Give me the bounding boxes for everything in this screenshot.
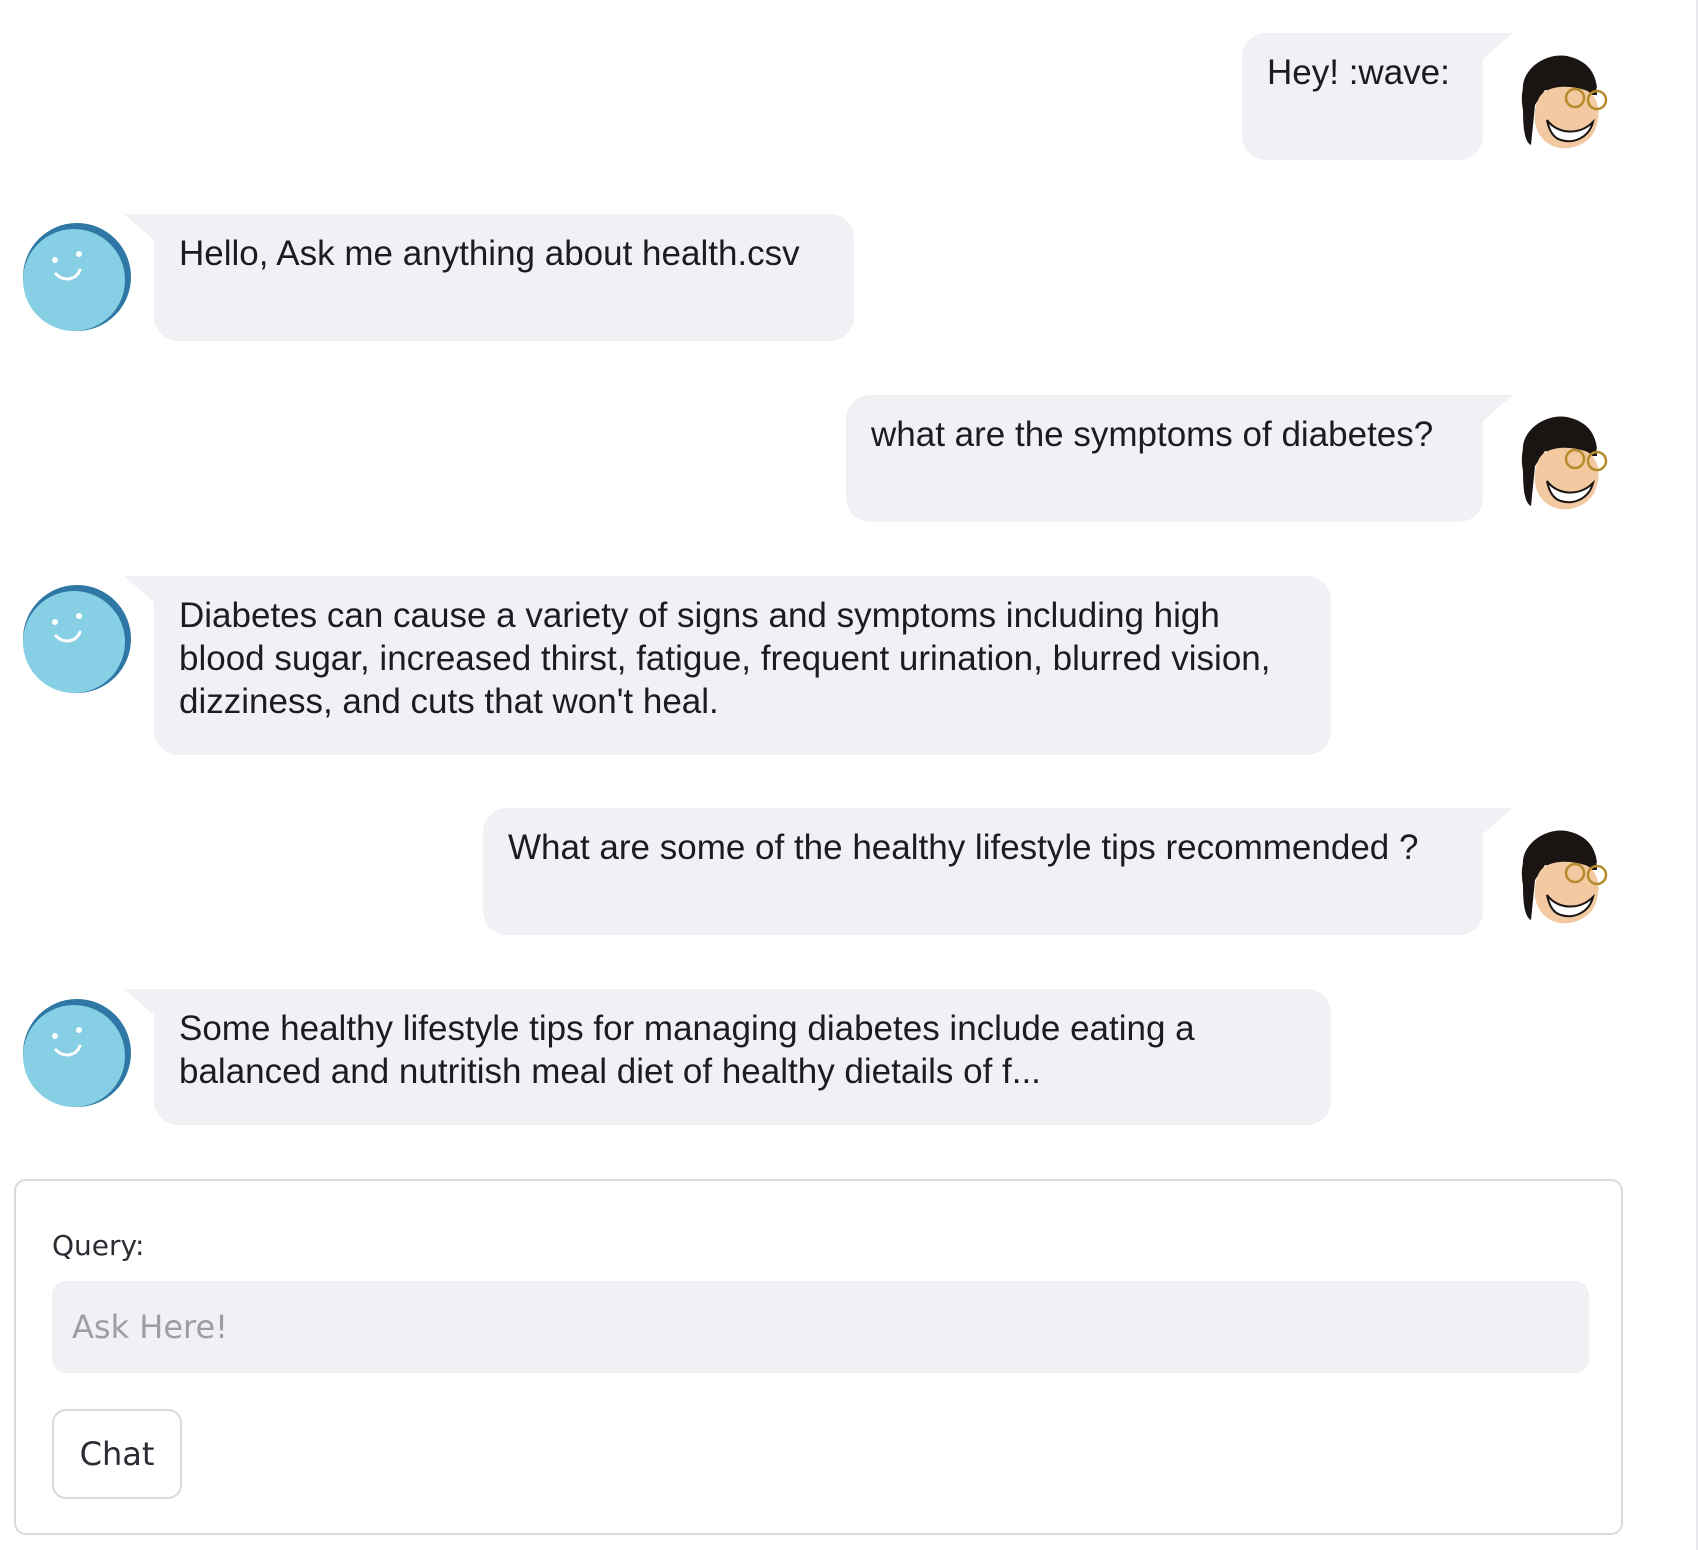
bot-message-bubble: Diabetes can cause a variety of signs an… [124,576,1331,755]
query-form: Query: Chat [14,1179,1623,1535]
user-avatar-icon [1521,416,1608,510]
user-message-bubble: Hey! :wave: [1242,33,1513,160]
user-message-bubble: What are some of the healthy lifestyle t… [483,808,1513,935]
bot-message-bubble: Some healthy lifestyle tips for managing… [124,989,1331,1125]
bot-avatar-icon [23,999,131,1107]
chat-button[interactable]: Chat [52,1409,182,1499]
message-text: Diabetes can cause a variety of signs an… [179,596,1271,721]
bot-avatar-icon [23,223,131,331]
user-message-bubble: what are the symptoms of diabetes? [846,395,1513,522]
query-input[interactable] [52,1281,1589,1373]
bot-message-bubble: Hello, Ask me anything about health.csv [124,214,854,341]
message-text: Hey! :wave: [1267,53,1450,92]
message-text: Hello, Ask me anything about health.csv [179,234,800,273]
user-avatar-icon [1521,830,1608,924]
bot-avatar-icon [23,585,131,693]
message-text: what are the symptoms of diabetes? [871,415,1434,454]
chat-page: Hey! :wave: Hello, Ask me anything about… [0,0,1698,1550]
user-avatar-icon [1521,55,1608,149]
message-text: What are some of the healthy lifestyle t… [508,828,1419,867]
message-text: Some healthy lifestyle tips for managing… [179,1009,1195,1091]
query-label: Query: [52,1229,145,1262]
